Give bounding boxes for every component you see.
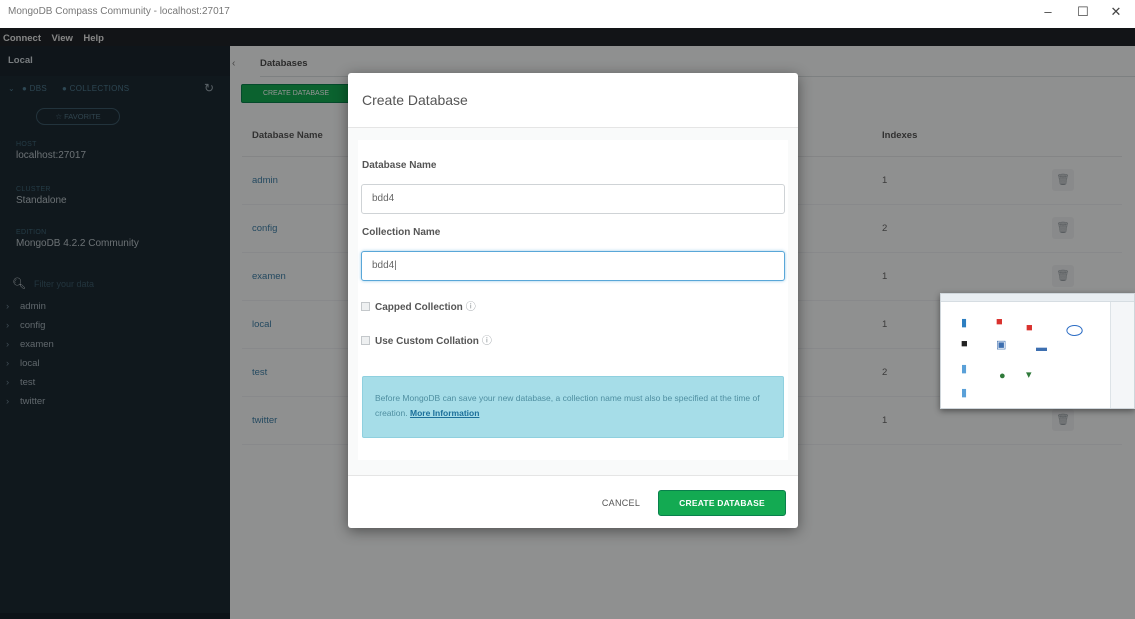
screenshot-thumbnail: ▮ ■ ■ ⬭ ■ ▣ ▬ ▮ ● ▾ ▮ bbox=[940, 293, 1135, 409]
modal-footer-divider bbox=[348, 475, 798, 476]
create-database-modal: Create Database Database Name bdd4 Colle… bbox=[348, 73, 798, 528]
capped-collection-checkbox[interactable]: Capped Collection ⓘ bbox=[361, 298, 476, 313]
checkbox-icon[interactable] bbox=[361, 302, 370, 311]
collection-name-label: Collection Name bbox=[362, 227, 441, 238]
thumb-icon: ▾ bbox=[1026, 369, 1032, 381]
thumb-icon: ▮ bbox=[961, 387, 968, 399]
modal-body: Database Name bdd4 Collection Name bdd4|… bbox=[348, 128, 798, 475]
thumb-icon: ▬ bbox=[1036, 342, 1047, 354]
window-title: MongoDB Compass Community - localhost:27… bbox=[8, 6, 230, 17]
thumb-icon: ▮ bbox=[961, 363, 968, 375]
thumbnail-sidebar bbox=[1110, 302, 1134, 408]
database-name-label: Database Name bbox=[362, 160, 437, 171]
more-information-link[interactable]: More Information bbox=[410, 408, 479, 418]
thumb-icon: ▮ bbox=[961, 317, 968, 329]
thumb-icon: ■ bbox=[996, 316, 1003, 328]
collection-name-field[interactable]: bdd4| bbox=[361, 251, 785, 281]
checkbox-icon[interactable] bbox=[361, 336, 370, 345]
thumbnail-toolbar bbox=[941, 294, 1134, 302]
database-name-field[interactable]: bdd4 bbox=[361, 184, 785, 214]
minimize-button[interactable]: – bbox=[1038, 4, 1058, 19]
window-titlebar: MongoDB Compass Community - localhost:27… bbox=[0, 0, 1135, 28]
thumb-icon: ■ bbox=[961, 338, 968, 350]
create-database-submit-button[interactable]: CREATE DATABASE bbox=[658, 490, 786, 516]
info-notice: Before MongoDB can save your new databas… bbox=[362, 376, 784, 438]
cancel-button[interactable]: CANCEL bbox=[592, 491, 650, 515]
modal-title: Create Database bbox=[362, 92, 468, 108]
thumb-icon: ⬭ bbox=[1066, 320, 1084, 342]
thumb-icon: ● bbox=[999, 370, 1006, 382]
info-icon[interactable]: ⓘ bbox=[466, 302, 476, 313]
thumb-icon: ▣ bbox=[996, 339, 1007, 351]
maximize-button[interactable]: ☐ bbox=[1073, 4, 1093, 20]
close-button[interactable]: ✕ bbox=[1106, 4, 1126, 20]
custom-collation-checkbox[interactable]: Use Custom Collation ⓘ bbox=[361, 332, 492, 347]
info-icon[interactable]: ⓘ bbox=[482, 336, 492, 347]
thumb-icon: ■ bbox=[1026, 322, 1033, 334]
